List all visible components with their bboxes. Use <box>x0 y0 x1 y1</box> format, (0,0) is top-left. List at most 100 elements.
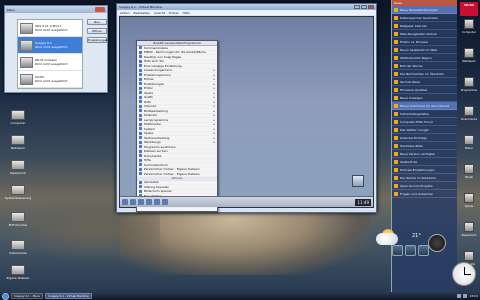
feed-item[interactable]: Computer-Hilfe Forum <box>392 118 457 126</box>
app-icon <box>139 113 142 117</box>
settings-button[interactable]: Einstellungen <box>87 37 108 43</box>
desktop-icon-right[interactable]: Papierkorb <box>458 222 480 248</box>
cpu-gauge[interactable] <box>428 234 446 252</box>
close-icon[interactable] <box>95 7 105 12</box>
guest-terminal-icon[interactable] <box>146 199 152 205</box>
app-icon <box>464 251 474 261</box>
feed-item-label: Neue Anzeigen <box>400 95 423 100</box>
taskbar-button[interactable]: Snappy 6.1 - Virtual Machine <box>45 293 92 299</box>
new-button[interactable]: Neu <box>87 19 107 25</box>
feed-item[interactable]: Datenspeicher Gedanken <box>392 14 457 22</box>
feed-item[interactable]: Web-Neuigkeiten aktuell <box>392 30 457 38</box>
feed-item[interactable]: Neuer Spielplatz im Web <box>392 46 457 54</box>
feed-item[interactable]: Podcast-Empfehlungen <box>392 166 457 174</box>
guest-menu-icon[interactable] <box>122 199 128 205</box>
desktop-icon-pdf-printer[interactable]: PDF-Drucker <box>4 212 32 227</box>
feed-item-label: Bild der Woche <box>400 63 423 68</box>
rss-icon <box>394 143 398 148</box>
desktop-icon-control-panel[interactable]: Systemsteuerung <box>4 185 32 200</box>
app-icon <box>464 135 474 145</box>
feed-item[interactable]: Bild der Woche <box>392 62 457 70</box>
list-item[interactable]: Snappy 6.1 Wird nicht ausgeführt <box>18 37 82 54</box>
feed-item[interactable]: Kalender-Einträge <box>392 134 457 142</box>
start-menu-item-label: Persönlicher Ordner - Eigene Dateien <box>144 167 200 172</box>
minimize-icon[interactable] <box>354 5 360 9</box>
app-icon <box>139 136 142 140</box>
desktop-icon-right[interactable]: Spiele <box>458 193 480 219</box>
feed-item[interactable]: Neue Anzeigen <box>392 94 457 102</box>
feed-item[interactable]: Hardware-Tests <box>392 142 457 150</box>
desktop-icon-label: Musik <box>464 175 474 179</box>
feed-item[interactable]: Firefox vs. Browser <box>392 38 457 46</box>
rss-icon <box>394 135 398 140</box>
close-icon[interactable] <box>368 5 374 9</box>
rss-icon <box>394 119 398 124</box>
volume-icon[interactable] <box>463 294 468 298</box>
desktop-icon-documents[interactable]: Dokumente <box>4 240 32 255</box>
desktop-icon-label: Papierkorb <box>461 233 477 237</box>
desktop-icon-my-files[interactable]: Eigene Dateien <box>4 265 32 280</box>
feed-item[interactable]: Neue Herausforderungen <box>392 6 457 14</box>
feed-item[interactable]: Wetterbericht Region <box>392 54 457 62</box>
desktop-icon-network[interactable]: Netzwerk <box>4 135 32 150</box>
feed-item[interactable]: Firmware-Updates <box>392 86 457 94</box>
menu-view[interactable]: Ansicht <box>154 11 165 15</box>
submenu-arrow-icon: ▸ <box>213 104 215 109</box>
feed-item[interactable]: Die Woche im Rückblick <box>392 174 457 182</box>
feed-item[interactable]: Neuer Anschluss für das Internet <box>392 102 457 110</box>
weather-gadget[interactable]: 21° <box>374 227 456 272</box>
start-button[interactable] <box>2 292 9 300</box>
clock-gadget[interactable] <box>452 262 476 286</box>
desktop-icon-right[interactable]: Computer <box>458 19 480 45</box>
feed-item[interactable]: Spiele-Ecke <box>392 158 457 166</box>
app-icon <box>139 118 142 122</box>
menu-action[interactable]: Aktion <box>120 11 130 15</box>
feed-item[interactable]: Sicherheitsupdates <box>392 110 457 118</box>
taskbar-button[interactable]: Snappy 6.1 - Menu <box>11 293 44 299</box>
feed-item[interactable]: Neue Version verfügbar <box>392 150 457 158</box>
vm-window: Snappy 6.1 - Virtual Machine Aktion Bear… <box>116 3 377 213</box>
guest-mail-icon[interactable] <box>154 199 160 205</box>
guest-browser-icon[interactable] <box>130 199 136 205</box>
network-icon[interactable] <box>457 294 462 298</box>
guest-clock: 11:49 <box>355 198 371 206</box>
feed-item[interactable]: Fragen und Antworten <box>392 190 457 198</box>
desktop-icon-right[interactable]: Netzwerk <box>458 48 480 74</box>
list-item[interactable]: DR-W Vorlesen Wird nicht ausgeführt <box>18 54 82 71</box>
menu-tools[interactable]: Extras <box>169 11 178 15</box>
start-menu-item-label: Kommandozeile <box>144 45 168 50</box>
menu-edit[interactable]: Bearbeiten <box>134 11 150 15</box>
maximize-icon[interactable] <box>361 5 367 9</box>
dialog-titlebar[interactable]: Menu <box>5 6 107 13</box>
vm-thumbnail <box>20 39 33 51</box>
app-icon <box>139 59 142 63</box>
guest-trash-icon[interactable] <box>352 175 364 187</box>
feed-item[interactable]: Technik-News <box>392 78 457 86</box>
start-menu-item-label: Kalender <box>144 113 158 118</box>
guest-screen[interactable]: Zuletzt verwendete Programme Kommandozei… <box>119 16 374 212</box>
desktop-icon-trash[interactable]: Papierkorb <box>4 160 32 175</box>
feed-item[interactable]: Open-Source Projekte <box>392 182 457 190</box>
list-item[interactable]: UbXM Wird nicht ausgeführt <box>18 71 82 88</box>
feed-item[interactable]: Das Wetter morgen <box>392 126 457 134</box>
start-menu-item-label: MBOX - Rechnungen für die Arbeitsfläche <box>144 50 206 55</box>
feed-item[interactable]: Die Nachrichten im Überblick <box>392 70 457 78</box>
guest-files-icon[interactable] <box>138 199 144 205</box>
app-icon <box>464 48 474 58</box>
open-button[interactable]: Öffnen <box>87 28 107 34</box>
desktop-icon-right[interactable]: Programme <box>458 77 480 103</box>
feed-item-label: Firmware-Updates <box>400 87 428 92</box>
feed-item[interactable]: Ratgeber Internet <box>392 22 457 30</box>
desktop-icon-computer[interactable]: Computer <box>4 110 32 125</box>
list-item[interactable]: SDS 6.21 V-Mx3.1 Wird nicht ausgeführt <box>18 20 82 37</box>
desktop-icon-right[interactable]: Dokumente <box>458 106 480 132</box>
desktop-icon-right[interactable]: Musik <box>458 164 480 190</box>
guest-office-icon[interactable] <box>162 199 168 205</box>
start-menu-item-label: System <box>144 126 156 131</box>
taskbar-clock[interactable]: 13:01 <box>469 294 478 298</box>
app-icon <box>139 167 142 171</box>
menu-help[interactable]: Hilfe <box>183 11 190 15</box>
weather-temp: 21° <box>412 233 421 239</box>
desktop-icon-right[interactable]: Bilder <box>458 135 480 161</box>
rss-icon <box>394 31 398 36</box>
